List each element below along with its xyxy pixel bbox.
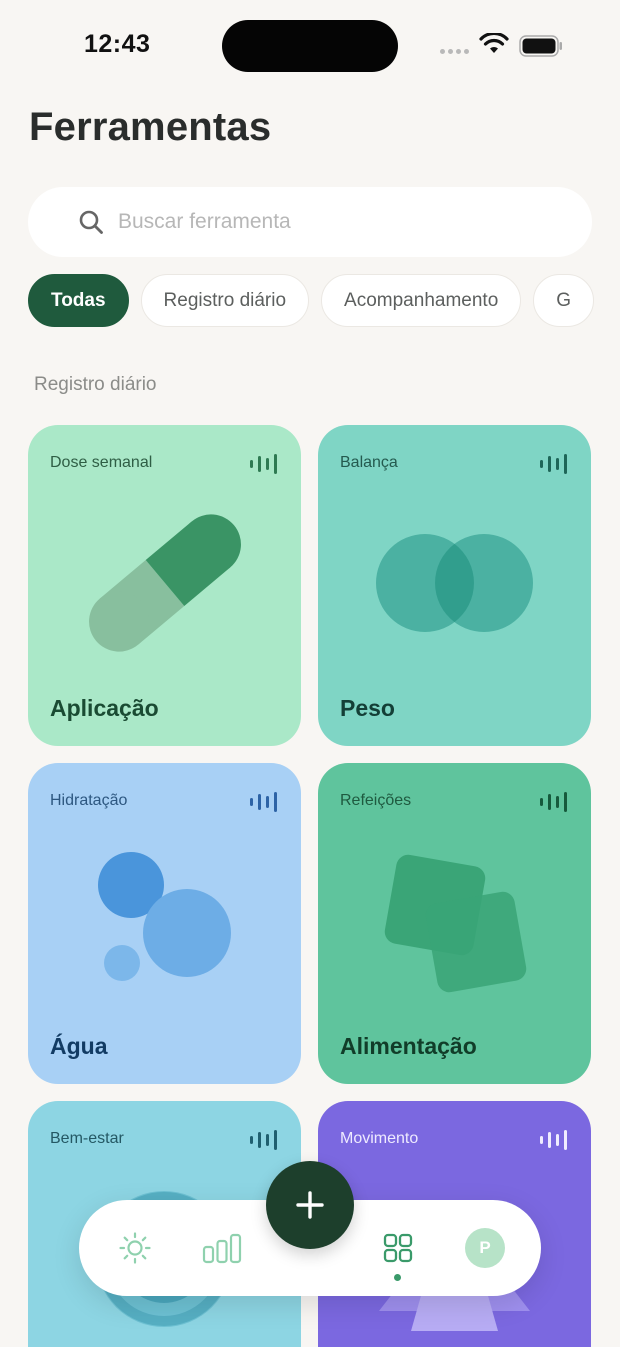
avatar: P — [465, 1228, 505, 1268]
audio-bars-icon — [250, 454, 277, 474]
status-time: 12:43 — [84, 30, 151, 58]
tool-card-alimentacao[interactable]: Refeições Alimentação — [318, 763, 591, 1084]
nav-tools-button[interactable] — [376, 1226, 420, 1270]
card-category: Refeições — [340, 792, 412, 809]
grid-icon — [383, 1233, 413, 1263]
wifi-icon — [479, 33, 509, 53]
nav-progress-button[interactable] — [200, 1226, 244, 1270]
add-button[interactable] — [266, 1161, 354, 1249]
card-title: Peso — [340, 695, 395, 721]
search-bar[interactable] — [28, 187, 592, 257]
nav-profile-button[interactable]: P — [463, 1226, 507, 1270]
filter-chip-truncated[interactable]: G — [533, 274, 595, 327]
cellular-signal-icon — [440, 49, 469, 54]
card-category: Bem-estar — [50, 1130, 124, 1147]
search-input[interactable] — [118, 210, 558, 234]
chart-bars-icon — [202, 1233, 242, 1264]
section-label: Registro diário — [34, 374, 157, 395]
tool-card-agua[interactable]: Hidratação Água — [28, 763, 301, 1084]
filter-chip-acompanhamento[interactable]: Acompanhamento — [321, 274, 522, 327]
audio-bars-icon — [250, 1130, 277, 1150]
card-category: Dose semanal — [50, 454, 153, 471]
audio-bars-icon — [540, 1130, 567, 1150]
page-title: Ferramentas — [29, 105, 272, 149]
sun-icon — [119, 1232, 151, 1264]
card-title: Água — [50, 1033, 108, 1059]
card-category: Balança — [340, 454, 398, 471]
audio-bars-icon — [540, 454, 567, 474]
tool-card-aplicacao[interactable]: Dose semanal Aplicação — [28, 425, 301, 746]
plus-icon — [296, 1191, 324, 1219]
card-title: Aplicação — [50, 695, 159, 721]
audio-bars-icon — [540, 792, 567, 812]
status-bar: 12:43 — [0, 0, 620, 92]
card-category: Movimento — [340, 1130, 419, 1147]
filter-chips: Todas Registro diário Acompanhamento G — [28, 274, 595, 327]
audio-bars-icon — [250, 792, 277, 812]
nav-active-indicator — [394, 1274, 401, 1281]
battery-icon — [519, 35, 562, 57]
filter-chip-registro-diario[interactable]: Registro diário — [140, 274, 310, 327]
dynamic-island — [222, 20, 398, 72]
card-title: Alimentação — [340, 1033, 477, 1059]
nav-today-button[interactable] — [113, 1226, 157, 1270]
search-icon — [78, 209, 104, 235]
card-category: Hidratação — [50, 792, 128, 809]
filter-chip-todas[interactable]: Todas — [28, 274, 129, 327]
tool-card-peso[interactable]: Balança Peso — [318, 425, 591, 746]
